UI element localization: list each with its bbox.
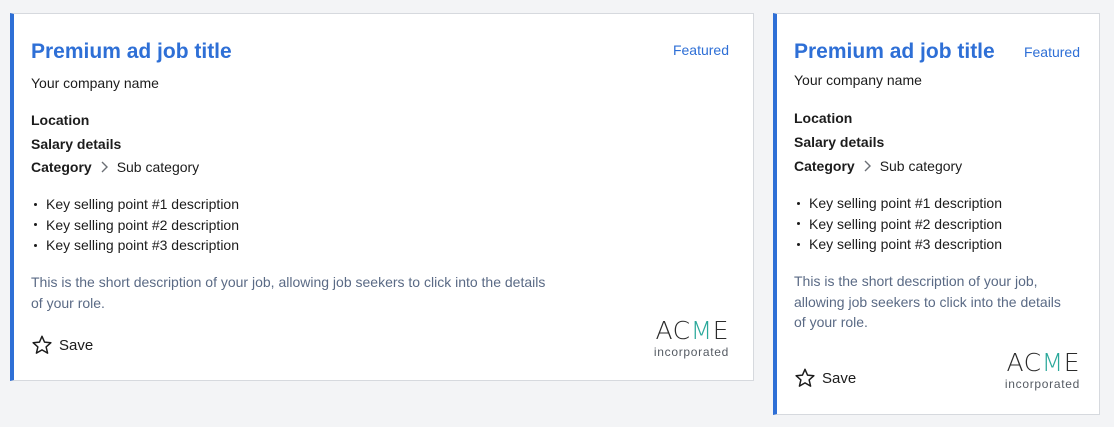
company-name: Your company name — [31, 75, 159, 91]
bullet-icon — [34, 223, 37, 227]
description-line: of your role. — [794, 314, 868, 330]
list-item: Key selling point #3 description — [31, 235, 239, 256]
sub-category-label: Sub category — [879, 158, 963, 174]
bullet-icon — [34, 243, 37, 247]
category-label: Category — [794, 158, 855, 174]
logo-text-accent: M — [690, 316, 713, 345]
save-button[interactable]: Save — [31, 334, 93, 356]
job-ad-card-narrow[interactable]: Premium ad job title Featured Your compa… — [773, 13, 1100, 415]
save-button[interactable]: Save — [794, 367, 856, 389]
job-ad-card-wide[interactable]: Premium ad job title Featured Your compa… — [10, 13, 754, 381]
bullet-icon — [797, 222, 800, 226]
sub-category-label: Sub category — [116, 159, 200, 175]
company-logo: ACME incorporated — [1004, 348, 1080, 391]
company-logo: ACME incorporated — [653, 316, 729, 359]
list-item: Key selling point #2 description — [794, 214, 1002, 235]
list-item: Key selling point #2 description — [31, 215, 239, 236]
logo-text-accent: M — [1041, 348, 1064, 377]
job-location: Location — [31, 112, 90, 128]
logo-text: AC — [1006, 348, 1042, 377]
job-short-description: This is the short description of your jo… — [31, 272, 576, 313]
list-item: Key selling point #1 description — [794, 193, 1002, 214]
job-title-link[interactable]: Premium ad job title — [794, 40, 995, 64]
list-item: Key selling point #1 description — [31, 194, 239, 215]
selling-point-text: Key selling point #2 description — [809, 215, 1003, 232]
bullet-icon — [797, 201, 800, 205]
bullet-icon — [797, 242, 800, 246]
selling-point-text: Key selling point #3 description — [809, 236, 1003, 252]
bullet-icon — [34, 202, 37, 206]
job-short-description: This is the short description of your jo… — [794, 271, 1084, 333]
description-line: This is the short description of your jo… — [31, 274, 546, 290]
selling-point-text: Key selling point #3 description — [46, 237, 240, 253]
description-line: of your role. — [31, 294, 105, 311]
description-line: allowing job seekers to click into the d… — [794, 293, 1061, 310]
job-title-link[interactable]: Premium ad job title — [31, 40, 232, 64]
salary-details: Salary details — [794, 134, 885, 150]
chevron-right-icon — [101, 161, 108, 173]
featured-badge: Featured — [672, 42, 729, 58]
category-breadcrumb: Category Sub category — [31, 159, 199, 175]
logo-tagline: incorporated — [653, 345, 729, 359]
company-name: Your company name — [794, 72, 922, 88]
star-outline-icon — [32, 335, 52, 354]
logo-tagline: incorporated — [1004, 377, 1080, 391]
logo-text: E — [1063, 348, 1080, 377]
logo-text: E — [712, 316, 729, 345]
category-breadcrumb: Category Sub category — [794, 158, 962, 174]
selling-points-list: Key selling point #1 description Key sel… — [31, 194, 239, 256]
save-label: Save — [822, 369, 857, 387]
selling-points-list: Key selling point #1 description Key sel… — [794, 193, 1002, 255]
logo-text: AC — [655, 316, 691, 345]
selling-point-text: Key selling point #2 description — [46, 216, 240, 233]
chevron-right-icon — [864, 160, 871, 172]
selling-point-text: Key selling point #1 description — [809, 195, 1003, 211]
save-label: Save — [59, 336, 94, 354]
star-outline-icon — [795, 368, 815, 387]
logo-wordmark: ACME — [1005, 348, 1080, 377]
featured-badge: Featured — [1023, 44, 1080, 60]
salary-details: Salary details — [31, 136, 122, 152]
logo-wordmark: ACME — [654, 316, 729, 345]
selling-point-text: Key selling point #1 description — [46, 196, 240, 212]
job-location: Location — [794, 110, 853, 126]
list-item: Key selling point #3 description — [794, 234, 1002, 255]
description-line: This is the short description of your jo… — [794, 273, 1038, 289]
category-label: Category — [31, 159, 92, 175]
